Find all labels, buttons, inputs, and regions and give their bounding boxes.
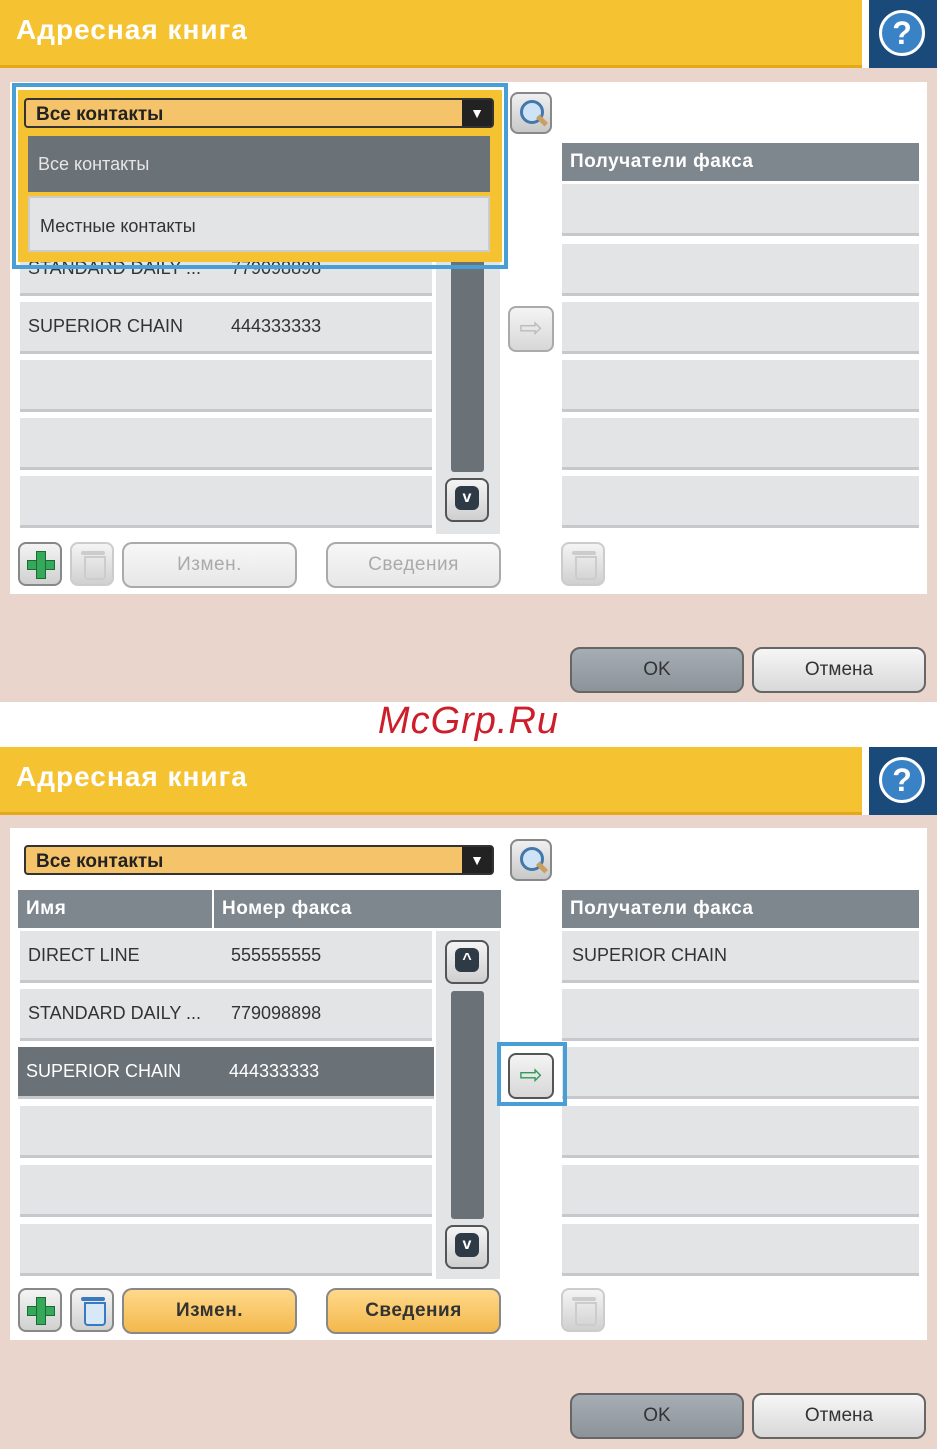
contact-name: SUPERIOR CHAIN <box>28 316 184 336</box>
cancel-button[interactable]: Отмена <box>752 647 926 693</box>
recipient-row[interactable] <box>562 360 919 412</box>
cancel-button[interactable]: Отмена <box>752 1393 926 1439</box>
recipient-row[interactable] <box>562 1165 919 1217</box>
table-row[interactable]: DIRECT LINE 555555555 <box>20 931 432 983</box>
page-title: Адресная книга <box>16 761 248 792</box>
search-icon-handle <box>535 861 549 874</box>
watermark: McGrp.Ru <box>377 700 560 742</box>
question-mark-icon: ? <box>879 10 925 56</box>
add-contact-button[interactable] <box>18 1288 62 1332</box>
plus-icon <box>27 551 55 579</box>
chevron-down-icon: v <box>455 486 479 510</box>
table-row-selected[interactable]: SUPERIOR CHAIN 444333333 <box>18 1047 434 1099</box>
contact-name: STANDARD DAILY ... <box>28 1003 202 1023</box>
question-mark-icon: ? <box>879 757 925 803</box>
delete-contact-button[interactable] <box>70 1288 114 1332</box>
chevron-down-icon: v <box>455 1233 479 1257</box>
scroll-down-button[interactable]: v <box>445 1225 489 1269</box>
table-row[interactable] <box>20 476 432 528</box>
recipient-row[interactable] <box>562 418 919 470</box>
table-row[interactable] <box>20 1165 432 1217</box>
column-header-name: Имя <box>18 890 212 928</box>
recipient-row[interactable] <box>562 302 919 354</box>
table-row[interactable] <box>20 360 432 412</box>
ok-button[interactable]: OK <box>570 1393 744 1439</box>
recipient-name: SUPERIOR CHAIN <box>572 945 728 965</box>
trash-icon <box>572 1297 597 1326</box>
scrollbar[interactable] <box>451 991 484 1219</box>
chevron-up-icon: ^ <box>455 948 479 972</box>
recipient-row[interactable] <box>562 184 919 236</box>
plus-icon <box>27 1297 55 1325</box>
contacts-dropdown[interactable]: Все контакты ▼ <box>24 845 494 875</box>
help-button[interactable]: ? <box>869 0 937 68</box>
trash-icon <box>572 551 597 580</box>
table-row[interactable] <box>20 1106 432 1158</box>
scroll-up-button[interactable]: ^ <box>445 940 489 984</box>
recipients-header: Получатели факса <box>562 890 919 928</box>
screen2-title-bar: Адресная книга <box>0 747 862 815</box>
recipient-row[interactable] <box>562 476 919 528</box>
delete-recipient-button[interactable] <box>561 542 605 586</box>
scroll-down-button[interactable]: v <box>445 478 489 522</box>
ok-button[interactable]: OK <box>570 647 744 693</box>
column-header-fax: Номер факса <box>214 890 501 928</box>
add-contact-button[interactable] <box>18 542 62 586</box>
contact-fax: 555555555 <box>231 945 322 965</box>
scrollbar[interactable] <box>451 246 484 472</box>
dropdown-selected-label: Все контакты <box>36 851 164 872</box>
contact-fax: 444333333 <box>231 316 322 336</box>
recipient-row[interactable] <box>562 244 919 296</box>
recipient-row[interactable] <box>562 1106 919 1158</box>
table-row[interactable]: STANDARD DAILY ... 779098898 <box>20 989 432 1041</box>
trash-icon <box>81 1297 106 1326</box>
edit-button[interactable]: Измен. <box>122 1288 297 1334</box>
recipient-row[interactable]: SUPERIOR CHAIN <box>562 931 919 983</box>
dropdown-highlight <box>12 83 508 269</box>
search-button[interactable] <box>510 839 552 881</box>
screen1-title-bar: Адресная книга <box>0 0 862 68</box>
delete-recipient-button[interactable] <box>561 1288 605 1332</box>
details-button[interactable]: Сведения <box>326 1288 501 1334</box>
trash-icon <box>81 551 106 580</box>
add-recipient-highlight <box>497 1042 567 1106</box>
caret-down-icon: ▼ <box>462 847 492 873</box>
search-button[interactable] <box>510 92 552 134</box>
search-icon-handle <box>535 114 549 127</box>
delete-contact-button[interactable] <box>70 542 114 586</box>
recipient-row[interactable] <box>562 1047 919 1099</box>
recipient-row[interactable] <box>562 1224 919 1276</box>
table-row[interactable]: SUPERIOR CHAIN 444333333 <box>20 302 432 354</box>
details-button[interactable]: Сведения <box>326 542 501 588</box>
contact-name: SUPERIOR CHAIN <box>26 1061 182 1081</box>
help-button[interactable]: ? <box>869 747 937 815</box>
table-row[interactable] <box>20 1224 432 1276</box>
page-title: Адресная книга <box>16 14 248 45</box>
arrow-right-icon: ⇨ <box>519 312 543 343</box>
recipients-header: Получатели факса <box>562 143 919 181</box>
contact-fax: 779098898 <box>231 1003 322 1023</box>
edit-button[interactable]: Измен. <box>122 542 297 588</box>
table-row[interactable] <box>20 418 432 470</box>
recipient-row[interactable] <box>562 989 919 1041</box>
add-recipient-button[interactable]: ⇨ <box>508 306 554 352</box>
contact-name: DIRECT LINE <box>28 945 140 965</box>
contact-fax: 444333333 <box>229 1061 320 1081</box>
